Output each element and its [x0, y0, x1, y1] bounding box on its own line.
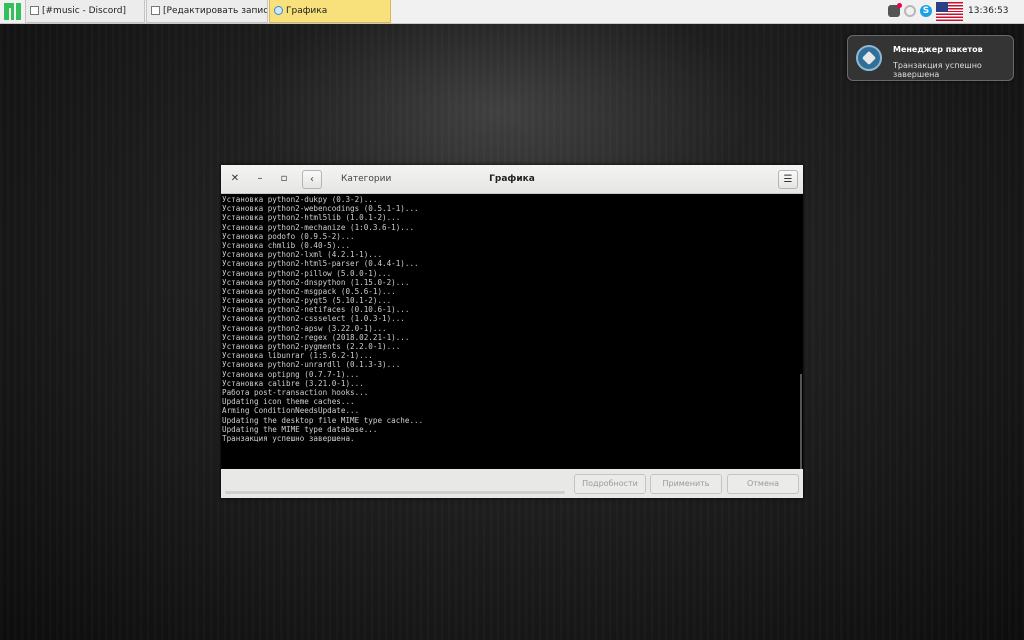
apply-button[interactable]: Применить — [650, 474, 722, 494]
package-manager-icon — [274, 6, 283, 15]
log-line: Установка podofo (0.9.5-2)... — [222, 231, 355, 241]
task-grafika[interactable]: Графика — [269, 0, 391, 23]
log-line: Установка python2-regex (2018.02.21-1)..… — [222, 332, 410, 342]
footer-bar: Подробности Применить Отмена — [221, 469, 803, 498]
log-line: Установка python2-mechanize (1:0.3.6-1).… — [222, 222, 415, 232]
log-line: Установка chmlib (0.40-5)... — [222, 240, 351, 250]
log-line: Установка python2-cssselect (1.0.3-1)... — [222, 314, 405, 324]
log-line: Установка python2-dukpy (0.3-2)... — [222, 195, 378, 204]
log-line: Updating icon theme caches... — [222, 397, 355, 407]
task-label: [#music - Discord] — [42, 6, 126, 16]
close-button[interactable]: ✕ — [228, 172, 242, 186]
transaction-log: Установка python2-dukpy (0.3-2)... Устано… — [221, 194, 803, 469]
log-line: Работа post-transaction hooks... — [222, 387, 369, 397]
log-line: Updating the MIME type database... — [222, 424, 378, 434]
manjaro-logo-icon[interactable] — [4, 3, 21, 20]
task-discord[interactable]: [#music - Discord] — [25, 0, 145, 23]
log-line: Установка python2-lxml (4.2.1-1)... — [222, 250, 383, 260]
log-line: Установка python2-html5lib (1.0.1-2)... — [222, 213, 401, 223]
notification[interactable]: Менеджер пакетов Транзакция успешно заве… — [847, 35, 1014, 81]
log-scrollbar[interactable] — [800, 374, 802, 469]
log-line: Установка python2-webencodings (0.5.1-1)… — [222, 204, 419, 214]
log-line: Установка python2-pillow (5.0.0-1)... — [222, 268, 392, 278]
cancel-button[interactable]: Отмена — [727, 474, 799, 494]
log-line: Установка python2-dnspython (1.15.0-2)..… — [222, 277, 410, 287]
log-line: Установка python2-pyqt5 (5.10.1-2)... — [222, 296, 392, 306]
log-lines: Установка python2-dukpy (0.3-2)... Устано… — [222, 195, 423, 443]
details-button[interactable]: Подробности — [574, 474, 646, 494]
skype-tray-icon[interactable]: S — [920, 5, 932, 17]
package-manager-window: ✕ – ▫ ‹ Категории Графика ☰ Установка py… — [221, 165, 803, 498]
log-line: Установка python2-apsw (3.22.0-1)... — [222, 323, 387, 333]
log-line: Установка python2-netifaces (0.10.6-1)..… — [222, 305, 410, 315]
notification-title: Менеджер пакетов — [893, 45, 983, 54]
package-manager-icon — [856, 45, 882, 71]
task-label: Графика — [286, 6, 328, 16]
updater-tray-icon[interactable] — [904, 5, 916, 17]
log-line: Установка libunrar (1:5.6.2-1)... — [222, 351, 373, 361]
menu-button[interactable]: ☰ — [778, 170, 798, 189]
log-line: Установка python2-html5-parser (0.4.4-1)… — [222, 259, 419, 269]
minimize-button[interactable]: – — [253, 172, 267, 186]
log-line: Установка calibre (3.21.0-1)... — [222, 378, 364, 388]
breadcrumb-categories[interactable]: Категории — [341, 165, 391, 193]
notification-body: Транзакция успешно завершена — [893, 61, 982, 79]
log-line: Установка python2-pygments (2.2.0-1)... — [222, 342, 401, 351]
log-line: Updating the desktop file MIME type cach… — [222, 415, 424, 425]
clock[interactable]: 13:36:53 — [968, 0, 1008, 23]
log-line: Arming ConditionNeedsUpdate... — [222, 406, 360, 416]
browser-icon — [151, 6, 160, 15]
task-wordpress[interactable]: [Редактировать запись ‹ Los... — [146, 0, 268, 23]
maximize-button[interactable]: ▫ — [277, 172, 291, 186]
back-button[interactable]: ‹ — [302, 170, 322, 189]
task-label: [Редактировать запись ‹ Los... — [163, 6, 268, 16]
window-icon — [30, 6, 39, 15]
keyboard-layout-flag-icon[interactable] — [936, 2, 963, 21]
taskbar: [#music - Discord] [Редактировать запись… — [0, 0, 1024, 24]
log-line: Транзакция успешно завершена. — [222, 433, 355, 443]
discord-tray-icon[interactable] — [888, 3, 902, 17]
log-line: Установка python2-msgpack (0.5.6-1)... — [222, 286, 396, 296]
header-bar: ✕ – ▫ ‹ Категории Графика ☰ — [221, 165, 803, 194]
progress-bar — [225, 491, 565, 494]
log-line: Установка optipng (0.7.7-1)... — [222, 369, 360, 379]
log-line: Установка python2-unrardll (0.1.3-3)... — [222, 360, 401, 370]
